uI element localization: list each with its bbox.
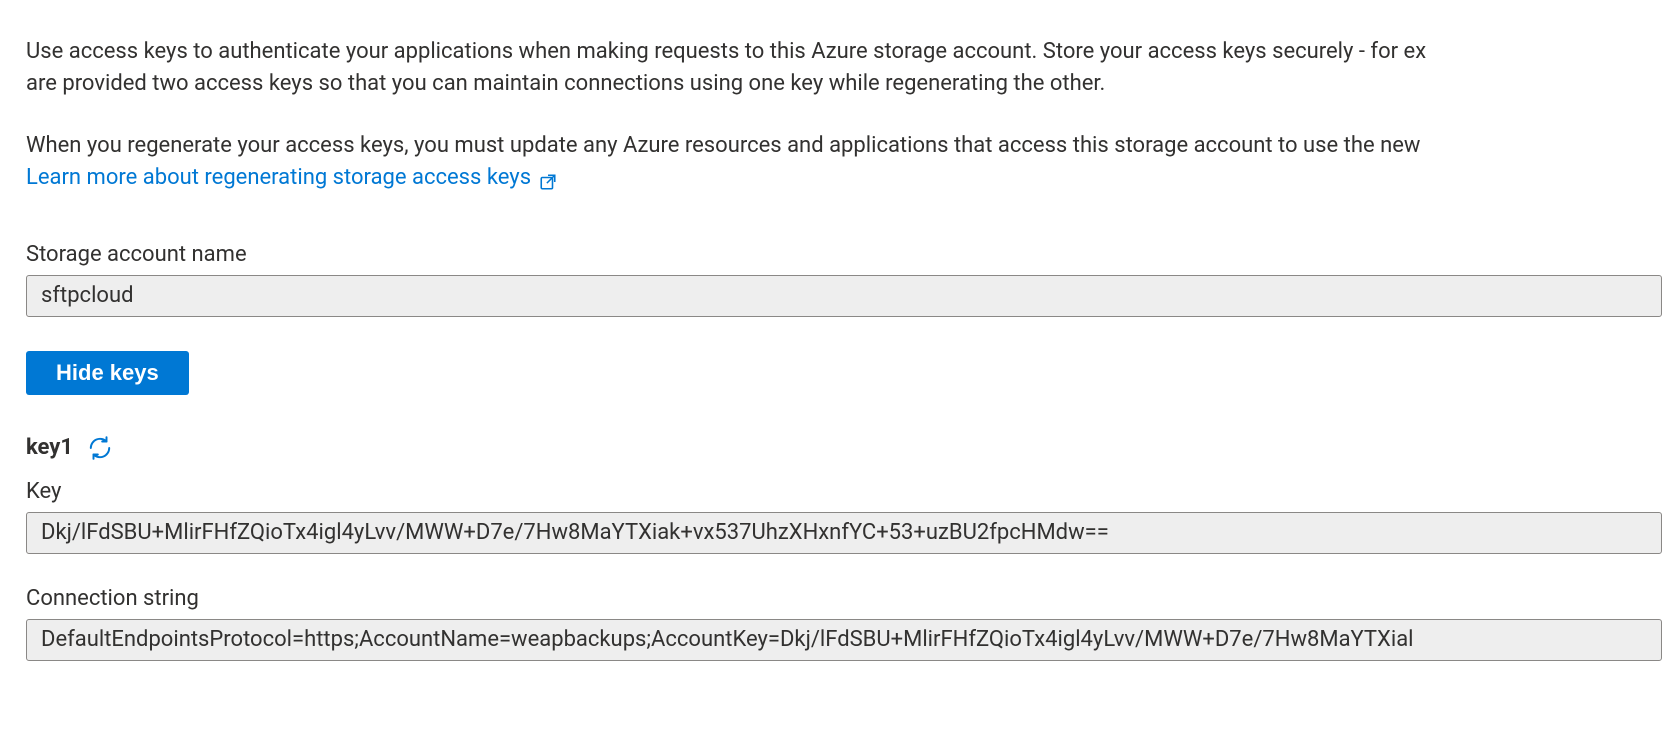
key1-connection-string-label: Connection string (26, 586, 1662, 611)
hide-keys-button[interactable]: Hide keys (26, 351, 189, 395)
storage-account-name-field: Storage account name sftpcloud (26, 242, 1662, 317)
intro-paragraph-2: When you regenerate your access keys, yo… (26, 130, 1662, 194)
key1-heading-row: key1 (26, 435, 1662, 461)
key1-connection-string-field: Connection string DefaultEndpointsProtoc… (26, 586, 1662, 661)
intro-paragraph-1: Use access keys to authenticate your app… (26, 36, 1662, 100)
storage-account-name-input[interactable]: sftpcloud (26, 275, 1662, 317)
key1-key-label: Key (26, 479, 1662, 504)
intro-line3: When you regenerate your access keys, yo… (26, 133, 1420, 158)
access-keys-page: Use access keys to authenticate your app… (0, 0, 1662, 661)
learn-more-link[interactable]: Learn more about regenerating storage ac… (26, 162, 557, 194)
intro-line1: Use access keys to authenticate your app… (26, 39, 1426, 64)
storage-account-name-label: Storage account name (26, 242, 1662, 267)
rotate-icon (87, 435, 113, 461)
key1-connection-string-input[interactable]: DefaultEndpointsProtocol=https;AccountNa… (26, 619, 1662, 661)
key1-key-input[interactable]: Dkj/lFdSBU+MlirFHfZQioTx4igl4yLvv/MWW+D7… (26, 512, 1662, 554)
learn-more-text: Learn more about regenerating storage ac… (26, 162, 531, 194)
key1-key-field: Key Dkj/lFdSBU+MlirFHfZQioTx4igl4yLvv/MW… (26, 479, 1662, 554)
hide-keys-button-label: Hide keys (56, 360, 159, 386)
intro-line2: are provided two access keys so that you… (26, 71, 1105, 96)
rotate-key1-button[interactable] (87, 435, 113, 461)
external-link-icon (539, 169, 557, 187)
key1-heading: key1 (26, 435, 73, 460)
